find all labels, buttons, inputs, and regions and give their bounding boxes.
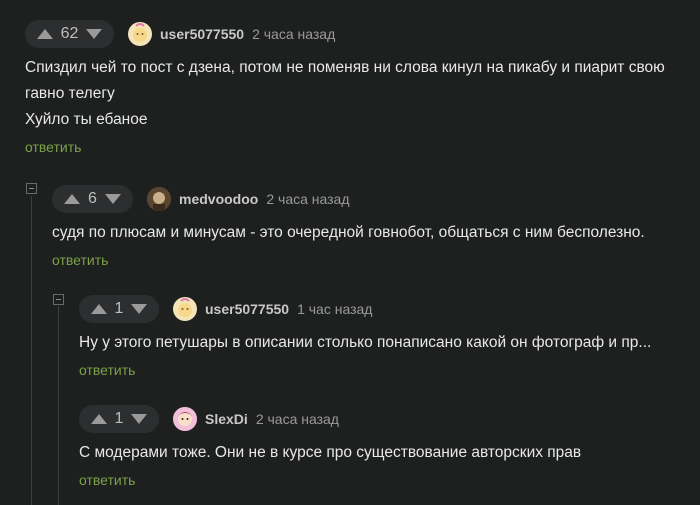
username[interactable]: user5077550 xyxy=(205,301,289,317)
rating-value: 62 xyxy=(60,25,79,42)
timestamp[interactable]: 1 час назад xyxy=(297,301,372,317)
vote-widget: 1 xyxy=(79,295,159,323)
vote-widget: 6 xyxy=(52,185,133,213)
avatar[interactable] xyxy=(128,22,152,46)
comment-header: 1 user5077550 1 час назад xyxy=(79,294,651,324)
reply-button[interactable]: ответить xyxy=(79,362,651,378)
username[interactable]: user5077550 xyxy=(160,26,244,42)
rating-value: 1 xyxy=(114,300,124,317)
collapse-thread-button[interactable] xyxy=(53,294,64,305)
username[interactable]: SlexDi xyxy=(205,411,248,427)
timestamp[interactable]: 2 часа назад xyxy=(266,191,349,207)
avatar[interactable] xyxy=(173,297,197,321)
avatar[interactable] xyxy=(147,187,171,211)
thread-line xyxy=(31,196,32,505)
reply-button[interactable]: ответить xyxy=(79,472,581,488)
vote-widget: 1 xyxy=(79,405,159,433)
downvote-icon[interactable] xyxy=(84,24,105,44)
downvote-icon[interactable] xyxy=(129,409,149,429)
comment-text: С модерами тоже. Они не в курсе про суще… xyxy=(79,440,581,466)
comment-text-line: гавно телегу xyxy=(25,85,115,102)
collapse-thread-button[interactable] xyxy=(26,183,37,194)
comment-text-line: Хуйло ты ебаное xyxy=(25,111,148,128)
comment-text-line: судя по плюсам и минусам - это очередной… xyxy=(52,224,645,241)
upvote-icon[interactable] xyxy=(35,24,56,44)
downvote-icon[interactable] xyxy=(103,189,124,209)
comment-text-line: Ну у этого петушары в описании столько п… xyxy=(79,334,652,351)
comment: 62 user5077550 2 часа назад Спиздил чей … xyxy=(25,19,665,155)
rating-value: 1 xyxy=(114,410,124,427)
timestamp[interactable]: 2 часа назад xyxy=(252,26,335,42)
upvote-icon[interactable] xyxy=(89,409,109,429)
comment: 1 user5077550 1 час назад Ну у этого пет… xyxy=(79,294,651,378)
rating-value: 6 xyxy=(88,190,97,207)
comment-text-line: Спиздил чей то пост с дзена, потом не по… xyxy=(25,59,665,76)
downvote-icon[interactable] xyxy=(129,299,149,319)
vote-widget: 62 xyxy=(25,20,114,48)
username[interactable]: medvoodoo xyxy=(179,191,258,207)
timestamp[interactable]: 2 часа назад xyxy=(256,411,339,427)
upvote-icon[interactable] xyxy=(89,299,109,319)
comment-header: 6 medvoodoo 2 часа назад xyxy=(52,184,645,214)
comment-header: 62 user5077550 2 часа назад xyxy=(25,19,665,49)
avatar[interactable] xyxy=(173,407,197,431)
comment-text-line: С модерами тоже. Они не в курсе про суще… xyxy=(79,444,582,461)
reply-button[interactable]: ответить xyxy=(25,139,665,155)
reply-button[interactable]: ответить xyxy=(52,252,645,268)
comment-text: Ну у этого петушары в описании столько п… xyxy=(79,330,651,356)
upvote-icon[interactable] xyxy=(62,189,83,209)
comment: 6 medvoodoo 2 часа назад судя по плюсам … xyxy=(52,184,645,268)
comment-text: судя по плюсам и минусам - это очередной… xyxy=(52,220,645,246)
comment-text: Спиздил чей то пост с дзена, потом не по… xyxy=(25,55,665,133)
thread-line xyxy=(58,306,59,505)
comment: 1 SlexDi 2 часа назад С модерами тоже. О… xyxy=(79,404,581,488)
comment-header: 1 SlexDi 2 часа назад xyxy=(79,404,581,434)
